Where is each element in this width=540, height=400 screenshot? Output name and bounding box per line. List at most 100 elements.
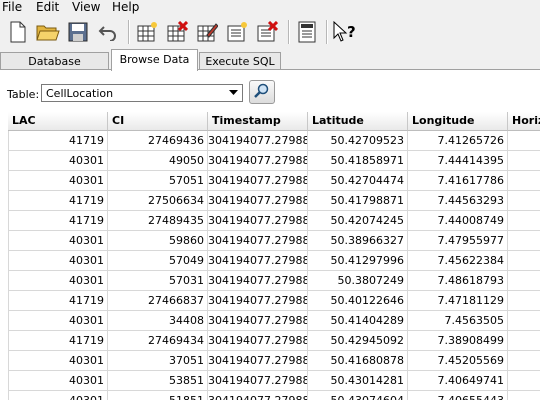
table-row[interactable]: 4030151851304194077.27988550.430746047.4…: [0, 391, 540, 400]
column-header-ci[interactable]: CI: [108, 112, 208, 131]
table-cell[interactable]: 50.41404289: [308, 311, 408, 331]
modify-table-icon[interactable]: [193, 18, 221, 46]
table-cell[interactable]: [508, 271, 540, 291]
table-row[interactable]: 41719 27466837 304194077.279885 50.40122646…: [0, 291, 540, 311]
table-cell[interactable]: 50.3807249: [308, 271, 408, 291]
table-cell[interactable]: 7.44414395: [408, 151, 508, 171]
table-cell[interactable]: 50.40122646: [308, 291, 408, 311]
create-index-icon[interactable]: [223, 18, 251, 46]
table-cell[interactable]: 304194077.279885: [208, 251, 308, 271]
table-cell[interactable]: 27469434: [108, 331, 208, 351]
table-cell[interactable]: 50.41858971: [308, 151, 408, 171]
table-cell[interactable]: 7.44563293: [408, 191, 508, 211]
table-cell[interactable]: [508, 391, 540, 400]
save-icon[interactable]: [64, 18, 92, 46]
table-cell[interactable]: 7.48618793: [408, 271, 508, 291]
table-cell[interactable]: [508, 151, 540, 171]
table-cell[interactable]: [508, 251, 540, 271]
table-cell[interactable]: 50.41680878: [308, 351, 408, 371]
table-cell[interactable]: 7.45622384: [408, 251, 508, 271]
table-row[interactable]: 40301 53851 304194077.279885 50.43014281 7.4…: [0, 371, 540, 391]
table-cell[interactable]: 27489435: [108, 211, 208, 231]
column-header-lac[interactable]: LAC: [8, 112, 108, 131]
table-cell[interactable]: 50.42945092: [308, 331, 408, 351]
table-cell[interactable]: [508, 331, 540, 351]
table-cell[interactable]: 40301: [8, 231, 108, 251]
table-cell[interactable]: 41719: [8, 211, 108, 231]
table-row[interactable]: 41719 27489435 304194077.279885 50.42074245…: [0, 211, 540, 231]
tab-database-structure[interactable]: Database Structure: [0, 52, 109, 85]
column-header-horiz[interactable]: Horiz: [508, 112, 540, 131]
table-cell[interactable]: 7.41265726: [408, 131, 508, 151]
table-cell[interactable]: 40301: [8, 391, 108, 400]
table-cell[interactable]: 304194077.279885: [208, 231, 308, 251]
tab-execute-sql[interactable]: Execute SQL: [199, 52, 281, 70]
table-cell[interactable]: 40301: [8, 151, 108, 171]
table-row[interactable]: 40301 57051 304194077.279885 50.42704474 7.4…: [0, 171, 540, 191]
table-cell[interactable]: 57031: [108, 271, 208, 291]
table-cell[interactable]: [508, 311, 540, 331]
menu-view[interactable]: View: [72, 0, 100, 14]
table-cell[interactable]: 40301: [8, 251, 108, 271]
table-cell[interactable]: 27506634: [108, 191, 208, 211]
table-cell[interactable]: 7.47955977: [408, 231, 508, 251]
table-cell[interactable]: 7.47181129: [408, 291, 508, 311]
table-cell[interactable]: 53851: [108, 371, 208, 391]
chevron-down-icon[interactable]: [225, 85, 242, 101]
new-database-icon[interactable]: [4, 18, 32, 46]
table-cell[interactable]: 49050: [108, 151, 208, 171]
delete-index-icon[interactable]: [253, 18, 281, 46]
table-cell[interactable]: 57051: [108, 171, 208, 191]
create-table-icon[interactable]: [133, 18, 161, 46]
table-cell[interactable]: 41719: [8, 331, 108, 351]
undo-icon[interactable]: [94, 18, 122, 46]
table-cell[interactable]: 50.38966327: [308, 231, 408, 251]
table-cell[interactable]: 304194077.279885: [208, 271, 308, 291]
table-row[interactable]: 40301 37051 304194077.279885 50.41680878 7.4…: [0, 351, 540, 371]
whats-this-icon[interactable]: ?: [331, 18, 359, 46]
table-row[interactable]: 40301 34408 304194077.279885 50.41404289 7.4…: [0, 311, 540, 331]
column-header-latitude[interactable]: Latitude: [308, 112, 408, 131]
table-cell[interactable]: 7.4563505: [408, 311, 508, 331]
table-cell[interactable]: 304194077.279885: [208, 171, 308, 191]
table-cell[interactable]: 41719: [8, 131, 108, 151]
table-cell[interactable]: 7.44008749: [408, 211, 508, 231]
table-cell[interactable]: 27469436: [108, 131, 208, 151]
table-select[interactable]: CellLocation: [41, 84, 243, 102]
table-cell[interactable]: 304194077.279885: [208, 211, 308, 231]
table-cell[interactable]: 304194077.279885: [208, 391, 308, 400]
menu-file[interactable]: File: [2, 0, 22, 14]
table-cell[interactable]: 304194077.279885: [208, 151, 308, 171]
table-cell[interactable]: 37051: [108, 351, 208, 371]
table-cell[interactable]: [508, 191, 540, 211]
table-cell[interactable]: 40301: [8, 171, 108, 191]
tab-browse-data[interactable]: Browse Data: [111, 49, 198, 71]
table-cell[interactable]: 304194077.279885: [208, 331, 308, 351]
table-cell[interactable]: 50.42709523: [308, 131, 408, 151]
table-cell[interactable]: 7.45205569: [408, 351, 508, 371]
table-cell[interactable]: 7.40655443: [408, 391, 508, 400]
table-cell[interactable]: 50.41798871: [308, 191, 408, 211]
table-row[interactable]: 41719 27506634 304194077.279885 50.41798871…: [0, 191, 540, 211]
table-cell[interactable]: 50.41297996: [308, 251, 408, 271]
table-row[interactable]: 40301 49050 304194077.279885 50.41858971 7.4…: [0, 151, 540, 171]
table-cell[interactable]: [508, 351, 540, 371]
table-cell[interactable]: [508, 171, 540, 191]
table-cell[interactable]: 304194077.279885: [208, 131, 308, 151]
table-cell[interactable]: 7.38908499: [408, 331, 508, 351]
table-cell[interactable]: 304194077.279885: [208, 291, 308, 311]
search-button[interactable]: [249, 80, 275, 104]
table-cell[interactable]: [508, 371, 540, 391]
sql-log-icon[interactable]: [293, 18, 321, 46]
table-cell[interactable]: 7.41617786: [408, 171, 508, 191]
table-cell[interactable]: 59860: [108, 231, 208, 251]
table-row[interactable]: 40301 57031 304194077.279885 50.3807249 7.48…: [0, 271, 540, 291]
table-cell[interactable]: 34408: [108, 311, 208, 331]
table-cell[interactable]: 41719: [8, 191, 108, 211]
table-cell[interactable]: 50.43014281: [308, 371, 408, 391]
table-cell[interactable]: [508, 131, 540, 151]
column-header-longitude[interactable]: Longitude: [408, 112, 508, 131]
table-cell[interactable]: [508, 211, 540, 231]
table-row[interactable]: 40301 57049 304194077.279885 50.41297996 7.4…: [0, 251, 540, 271]
table-row[interactable]: 41719 27469434 304194077.279885 50.42945092…: [0, 331, 540, 351]
